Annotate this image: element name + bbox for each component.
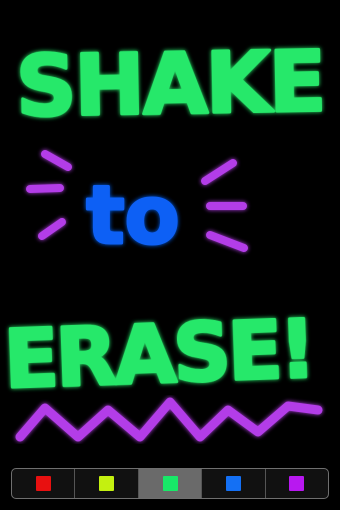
palette-cell-blue[interactable] [202, 469, 266, 498]
ray-left-bottom [38, 218, 66, 240]
palette-cell-purple[interactable] [266, 469, 328, 498]
color-swatch-green[interactable] [162, 476, 178, 491]
palette-cell-green[interactable] [138, 469, 203, 498]
ray-right-bottom [206, 231, 248, 252]
color-swatch-purple[interactable] [289, 476, 305, 491]
color-palette [11, 468, 329, 499]
drawn-text-to: to [86, 169, 179, 262]
drawn-text-erase: ERASE! [3, 303, 315, 407]
drawing-canvas[interactable]: SHAKE to ERASE! [0, 0, 340, 460]
ray-left-middle [26, 184, 64, 193]
ray-left-top [41, 150, 72, 171]
color-swatch-blue[interactable] [225, 476, 241, 491]
ray-right-top [201, 159, 237, 185]
drawn-text-shake: SHAKE [15, 32, 325, 135]
color-swatch-red[interactable] [35, 476, 51, 491]
drawn-zigzag-line [15, 397, 323, 442]
color-swatch-yellow-green[interactable] [99, 476, 115, 491]
palette-cell-red[interactable] [12, 469, 76, 498]
palette-cell-yellow-green[interactable] [75, 469, 139, 498]
